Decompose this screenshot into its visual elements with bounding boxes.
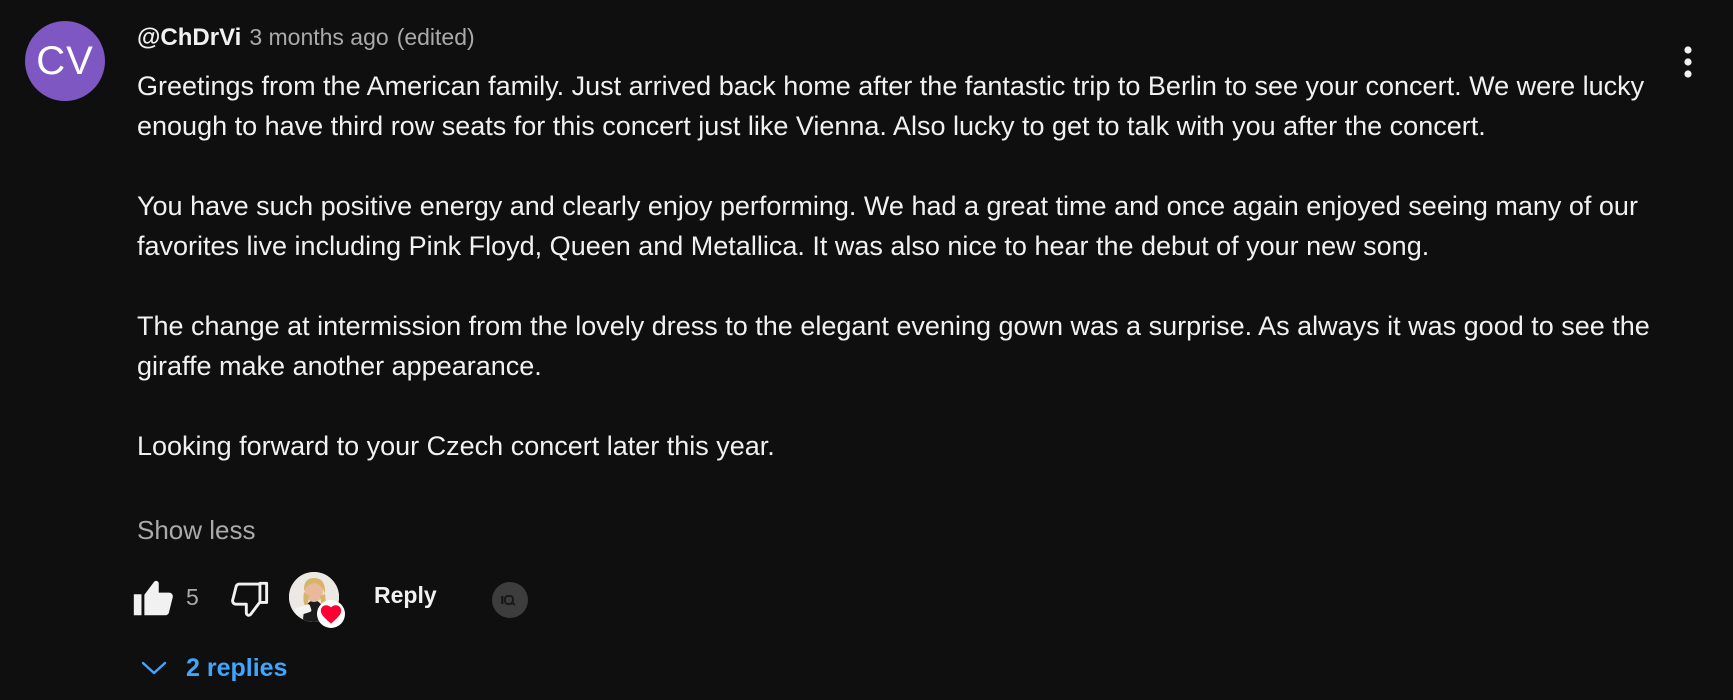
comment-header: @ChDrVi 3 months ago (edited)	[137, 24, 475, 58]
avatar-initials: CV	[36, 38, 94, 83]
comment-paragraph: The change at intermission from the love…	[137, 311, 1650, 381]
comment-extension-icon[interactable]	[492, 582, 528, 618]
comment-timestamp[interactable]: 3 months ago	[249, 24, 388, 51]
thumb-down-icon	[231, 581, 269, 617]
author-avatar[interactable]: CV	[25, 21, 105, 101]
comment-body: Greetings from the American family. Just…	[137, 66, 1657, 466]
comment-paragraph: Looking forward to your Czech concert la…	[137, 431, 775, 461]
creator-heart	[289, 572, 347, 630]
author-name[interactable]: @ChDrVi	[137, 24, 241, 52]
comment-thread: CV @ChDrVi 3 months ago (edited) Greetin…	[0, 0, 1733, 700]
extension-glyph-icon	[501, 595, 516, 606]
comment-action-bar: 5 Reply	[130, 570, 730, 628]
like-button[interactable]	[130, 576, 176, 622]
chevron-down-icon	[141, 661, 167, 675]
comment-paragraph: You have such positive energy and clearl…	[137, 191, 1638, 261]
reply-button[interactable]: Reply	[374, 582, 437, 609]
show-less-button[interactable]: Show less	[137, 515, 256, 546]
comment-paragraph: Greetings from the American family. Just…	[137, 71, 1645, 141]
dislike-button[interactable]	[226, 576, 272, 622]
more-vert-icon	[1684, 46, 1692, 78]
replies-count-label: 2 replies	[186, 653, 288, 682]
like-count: 5	[186, 584, 199, 610]
edited-label: (edited)	[396, 24, 475, 50]
comment-menu-button[interactable]	[1668, 40, 1708, 84]
thumb-up-icon	[133, 580, 173, 616]
heart-icon	[317, 600, 345, 628]
view-replies-button[interactable]: 2 replies	[140, 648, 287, 688]
